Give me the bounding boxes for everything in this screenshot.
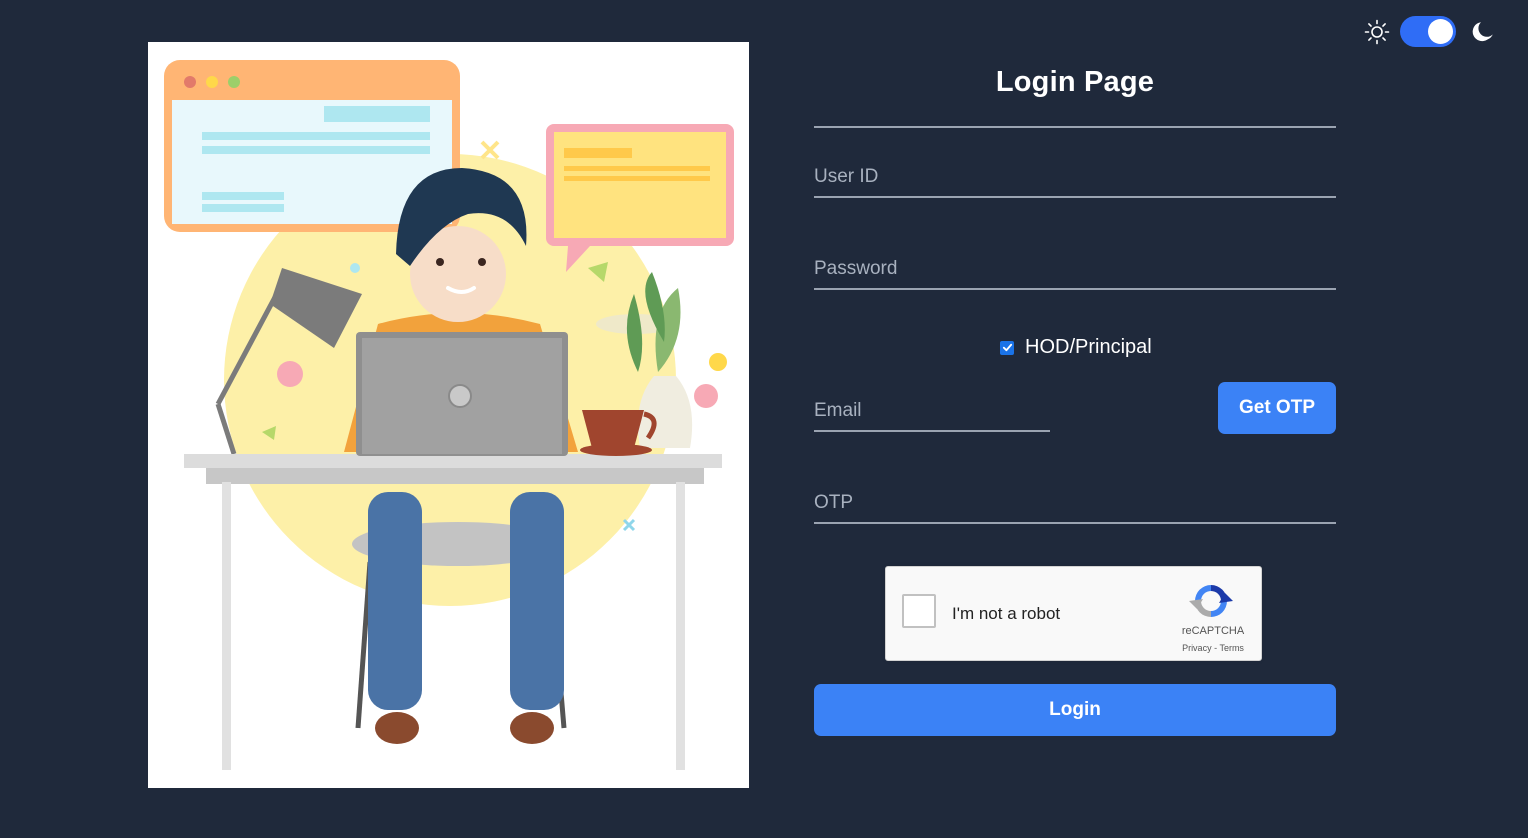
user-id-field[interactable] <box>814 158 1336 198</box>
password-field[interactable] <box>814 250 1336 290</box>
login-illustration <box>148 42 749 788</box>
title-divider <box>814 126 1336 128</box>
recaptcha-checkbox[interactable] <box>902 594 936 628</box>
hod-principal-option[interactable]: HOD/Principal <box>1000 336 1152 359</box>
recaptcha-widget: I'm not a robot reCAPTCHA Privacy - Term… <box>885 566 1262 661</box>
get-otp-button[interactable]: Get OTP <box>1218 382 1336 434</box>
email-field[interactable] <box>814 392 1050 432</box>
hod-principal-label: HOD/Principal <box>1025 336 1152 358</box>
privacy-link[interactable]: Privacy <box>1182 643 1212 653</box>
dark-mode-switch[interactable] <box>1400 16 1456 47</box>
moon-icon[interactable] <box>1470 19 1496 45</box>
otp-field[interactable] <box>814 484 1336 524</box>
recaptcha-logo-icon <box>1189 585 1233 617</box>
recaptcha-links: Privacy - Terms <box>1166 643 1260 653</box>
login-page: Login Page HOD/Principal Get OTP I'm not… <box>0 0 1528 838</box>
link-separator: - <box>1214 643 1218 653</box>
recaptcha-label: I'm not a robot <box>952 604 1061 623</box>
theme-toggle <box>1364 16 1496 47</box>
page-title: Login Page <box>995 66 1155 98</box>
login-button[interactable]: Login <box>814 684 1336 736</box>
recaptcha-brand: reCAPTCHA <box>1181 625 1245 637</box>
terms-link[interactable]: Terms <box>1219 643 1244 653</box>
hod-principal-checkbox[interactable] <box>1000 340 1014 355</box>
sun-icon[interactable] <box>1364 19 1390 45</box>
switch-knob <box>1428 19 1453 44</box>
checkmark-icon <box>1002 343 1012 352</box>
